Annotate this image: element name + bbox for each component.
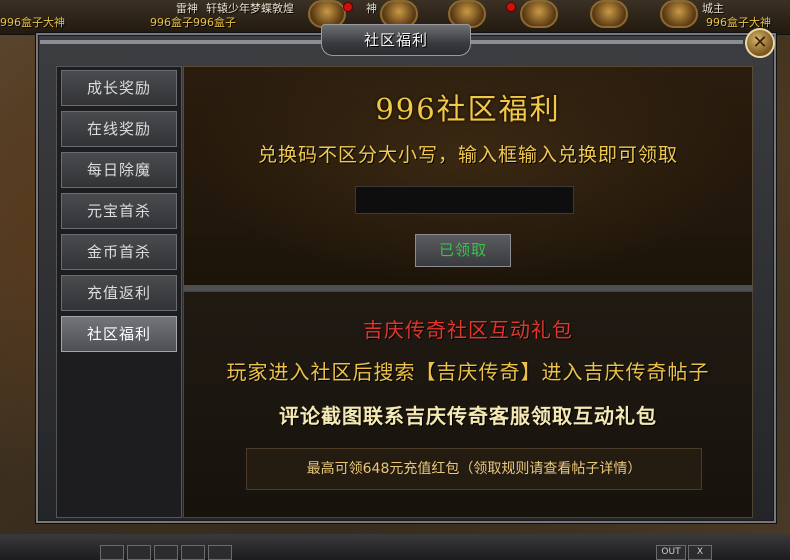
redeem-code-input[interactable] <box>355 186 574 214</box>
gift-instruction-search: 玩家进入社区后搜索【吉庆传奇】进入吉庆传奇帖子 <box>226 360 710 384</box>
player-name: 神 <box>366 2 377 15</box>
redeem-title: 996社区福利 <box>375 92 561 126</box>
menu-item-recharge-rebate[interactable]: 充值返利 <box>61 275 177 311</box>
menu-item-online-reward[interactable]: 在线奖励 <box>61 111 177 147</box>
gift-instruction-comment: 评论截图联系吉庆传奇客服领取互动礼包 <box>279 404 657 428</box>
treasure-icon[interactable] <box>520 0 558 28</box>
menu-item-community-welfare[interactable]: 社区福利 <box>61 316 177 352</box>
skill-slot[interactable] <box>208 545 232 560</box>
close-button[interactable]: ✕ <box>745 28 775 58</box>
skill-slot[interactable] <box>127 545 151 560</box>
claimed-button[interactable]: 已领取 <box>415 234 511 267</box>
player-avatar-icon[interactable] <box>590 0 628 28</box>
dialog-title: 社区福利 <box>363 31 428 49</box>
welfare-menu: 成长奖励 在线奖励 每日除魔 元宝首杀 金币首杀 充值返利 社区福利 <box>56 66 182 518</box>
menu-item-gold-first-kill[interactable]: 金币首杀 <box>61 234 177 270</box>
dialog-title-plate: 社区福利 <box>321 24 471 56</box>
notification-dot-icon <box>343 2 353 12</box>
player-name-tag: 996盒子大神 <box>0 16 65 29</box>
menu-item-daily-demon[interactable]: 每日除魔 <box>61 152 177 188</box>
exit-button[interactable]: X <box>688 545 712 560</box>
skill-slot[interactable] <box>154 545 178 560</box>
menu-item-ingot-first-kill[interactable]: 元宝首杀 <box>61 193 177 229</box>
skill-slot[interactable] <box>100 545 124 560</box>
redeem-instruction: 兑换码不区分大小写，输入框输入兑换即可领取 <box>257 144 678 166</box>
menu-item-growth-reward[interactable]: 成长奖励 <box>61 70 177 106</box>
skill-slot[interactable] <box>181 545 205 560</box>
player-name: 雷神 <box>176 2 198 15</box>
title-wing-right <box>471 40 743 44</box>
logout-button[interactable]: OUT <box>656 545 686 560</box>
player-name-tag: 996盒子996盒子 <box>150 16 236 29</box>
notification-dot-icon <box>506 2 516 12</box>
player-avatar-icon[interactable] <box>660 0 698 28</box>
left-scene-edge <box>0 34 36 514</box>
player-name: 城主 <box>702 2 724 15</box>
player-name: 轩辕少年梦蝶敦煌 <box>206 2 294 15</box>
gift-notice: 最高可领648元充值红包（领取规则请查看帖子详情） <box>246 448 702 490</box>
gift-title: 吉庆传奇社区互动礼包 <box>363 318 573 342</box>
title-wing-left <box>40 40 321 44</box>
close-icon: ✕ <box>752 32 768 53</box>
